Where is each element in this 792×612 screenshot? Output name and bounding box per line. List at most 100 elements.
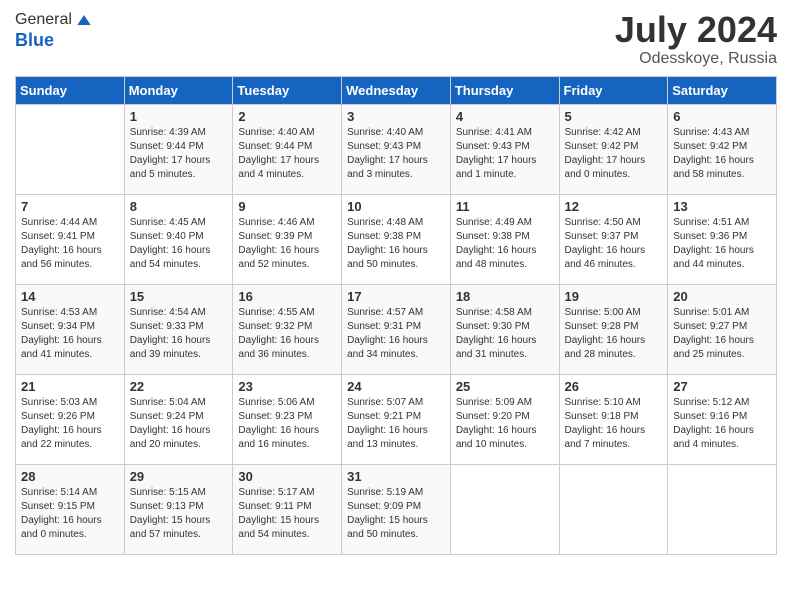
day-cell: 9 Sunrise: 4:46 AMSunset: 9:39 PMDaylight… [233,194,342,284]
week-row-2: 7Sunrise: 4:44 AMSunset: 9:41 PMDaylight… [16,194,777,284]
day-info: Sunrise: 4:46 AMSunset: 9:39 PMDaylight:… [238,216,336,272]
day-info: Sunrise: 5:00 AMSunset: 9:28 PMDaylight:… [565,306,663,362]
day-number: 27 [673,379,771,394]
day-cell: 3Sunrise: 4:40 AMSunset: 9:43 PMDaylight… [342,104,451,194]
week-row-1: 1Sunrise: 4:39 AMSunset: 9:44 PMDaylight… [16,104,777,194]
day-info: Sunrise: 5:04 AMSunset: 9:24 PMDaylight:… [130,396,228,452]
col-header-monday: Monday [124,76,233,104]
day-number: 12 [565,199,663,214]
day-cell: 2 Sunrise: 4:40 AMSunset: 9:44 PMDaylight… [233,104,342,194]
day-cell: 5Sunrise: 4:42 AMSunset: 9:42 PMDaylight… [559,104,668,194]
day-cell: 29 Sunrise: 5:15 AMSunset: 9:13 PMDayligh… [124,464,233,554]
day-number: 18 [456,289,554,304]
logo-blue-text: Blue [15,30,54,50]
logo-icon [74,10,94,30]
day-cell: 28 Sunrise: 5:14 AMSunset: 9:15 PMDayligh… [16,464,125,554]
day-number: 16 [238,289,336,304]
day-number: 22 [130,379,228,394]
day-cell [450,464,559,554]
day-cell: 19 Sunrise: 5:00 AMSunset: 9:28 PMDayligh… [559,284,668,374]
day-number: 25 [456,379,554,394]
day-cell: 20 Sunrise: 5:01 AMSunset: 9:27 PMDayligh… [668,284,777,374]
day-cell: 26 Sunrise: 5:10 AMSunset: 9:18 PMDayligh… [559,374,668,464]
day-cell [16,104,125,194]
day-number: 5 [565,109,663,124]
day-number: 24 [347,379,445,394]
day-number: 13 [673,199,771,214]
day-cell: 21 Sunrise: 5:03 AMSunset: 9:26 PMDayligh… [16,374,125,464]
day-info: Sunrise: 4:54 AMSunset: 9:33 PMDaylight:… [130,306,228,362]
day-number: 6 [673,109,771,124]
day-number: 31 [347,469,445,484]
day-info: Sunrise: 4:58 AMSunset: 9:30 PMDaylight:… [456,306,554,362]
day-number: 28 [21,469,119,484]
day-info: Sunrise: 5:03 AMSunset: 9:26 PMDaylight:… [21,396,119,452]
col-header-saturday: Saturday [668,76,777,104]
day-cell: 24 Sunrise: 5:07 AMSunset: 9:21 PMDayligh… [342,374,451,464]
day-cell: 15 Sunrise: 4:54 AMSunset: 9:33 PMDayligh… [124,284,233,374]
day-cell: 10Sunrise: 4:48 AMSunset: 9:38 PMDayligh… [342,194,451,284]
day-cell: 7Sunrise: 4:44 AMSunset: 9:41 PMDaylight… [16,194,125,284]
day-cell: 31 Sunrise: 5:19 AMSunset: 9:09 PMDayligh… [342,464,451,554]
calendar-table: SundayMondayTuesdayWednesdayThursdayFrid… [15,76,777,555]
calendar-container: General Blue July 2024 Odesskoye, Russia… [0,0,792,565]
day-cell [559,464,668,554]
day-info: Sunrise: 5:10 AMSunset: 9:18 PMDaylight:… [565,396,663,452]
day-number: 21 [21,379,119,394]
day-cell: 23 Sunrise: 5:06 AMSunset: 9:23 PMDayligh… [233,374,342,464]
day-cell: 8 Sunrise: 4:45 AMSunset: 9:40 PMDaylight… [124,194,233,284]
day-cell: 25 Sunrise: 5:09 AMSunset: 9:20 PMDayligh… [450,374,559,464]
day-info: Sunrise: 5:19 AMSunset: 9:09 PMDaylight:… [347,486,445,542]
logo: General Blue [15,10,94,51]
week-row-4: 21 Sunrise: 5:03 AMSunset: 9:26 PMDayligh… [16,374,777,464]
day-info: Sunrise: 5:07 AMSunset: 9:21 PMDaylight:… [347,396,445,452]
day-number: 14 [21,289,119,304]
day-number: 2 [238,109,336,124]
location: Odesskoye, Russia [615,50,777,68]
col-header-wednesday: Wednesday [342,76,451,104]
day-cell: 6 Sunrise: 4:43 AMSunset: 9:42 PMDaylight… [668,104,777,194]
day-info: Sunrise: 5:09 AMSunset: 9:20 PMDaylight:… [456,396,554,452]
col-header-sunday: Sunday [16,76,125,104]
day-number: 23 [238,379,336,394]
day-cell: 27 Sunrise: 5:12 AMSunset: 9:16 PMDayligh… [668,374,777,464]
day-info: Sunrise: 4:49 AMSunset: 9:38 PMDaylight:… [456,216,554,272]
day-info: Sunrise: 5:14 AMSunset: 9:15 PMDaylight:… [21,486,119,542]
day-info: Sunrise: 4:41 AMSunset: 9:43 PMDaylight:… [456,126,554,182]
header: General Blue July 2024 Odesskoye, Russia [15,10,777,68]
day-info: Sunrise: 4:53 AMSunset: 9:34 PMDaylight:… [21,306,119,362]
day-info: Sunrise: 4:55 AMSunset: 9:32 PMDaylight:… [238,306,336,362]
day-number: 30 [238,469,336,484]
day-number: 26 [565,379,663,394]
day-number: 7 [21,199,119,214]
week-row-3: 14 Sunrise: 4:53 AMSunset: 9:34 PMDayligh… [16,284,777,374]
day-cell: 14 Sunrise: 4:53 AMSunset: 9:34 PMDayligh… [16,284,125,374]
day-info: Sunrise: 5:15 AMSunset: 9:13 PMDaylight:… [130,486,228,542]
day-info: Sunrise: 4:43 AMSunset: 9:42 PMDaylight:… [673,126,771,182]
day-number: 3 [347,109,445,124]
day-cell: 30Sunrise: 5:17 AMSunset: 9:11 PMDayligh… [233,464,342,554]
day-number: 10 [347,199,445,214]
day-number: 29 [130,469,228,484]
week-row-5: 28 Sunrise: 5:14 AMSunset: 9:15 PMDayligh… [16,464,777,554]
day-info: Sunrise: 4:40 AMSunset: 9:44 PMDaylight:… [238,126,336,182]
day-cell: 16 Sunrise: 4:55 AMSunset: 9:32 PMDayligh… [233,284,342,374]
day-number: 17 [347,289,445,304]
day-info: Sunrise: 4:45 AMSunset: 9:40 PMDaylight:… [130,216,228,272]
day-info: Sunrise: 5:01 AMSunset: 9:27 PMDaylight:… [673,306,771,362]
day-info: Sunrise: 4:57 AMSunset: 9:31 PMDaylight:… [347,306,445,362]
day-info: Sunrise: 5:12 AMSunset: 9:16 PMDaylight:… [673,396,771,452]
day-number: 19 [565,289,663,304]
title-block: July 2024 Odesskoye, Russia [615,10,777,68]
logo-general-text: General [15,11,72,29]
day-number: 8 [130,199,228,214]
day-number: 20 [673,289,771,304]
day-cell: 22 Sunrise: 5:04 AMSunset: 9:24 PMDayligh… [124,374,233,464]
day-info: Sunrise: 5:06 AMSunset: 9:23 PMDaylight:… [238,396,336,452]
day-cell [668,464,777,554]
col-header-tuesday: Tuesday [233,76,342,104]
month-year: July 2024 [615,10,777,50]
day-number: 9 [238,199,336,214]
day-number: 15 [130,289,228,304]
day-cell: 4Sunrise: 4:41 AMSunset: 9:43 PMDaylight… [450,104,559,194]
